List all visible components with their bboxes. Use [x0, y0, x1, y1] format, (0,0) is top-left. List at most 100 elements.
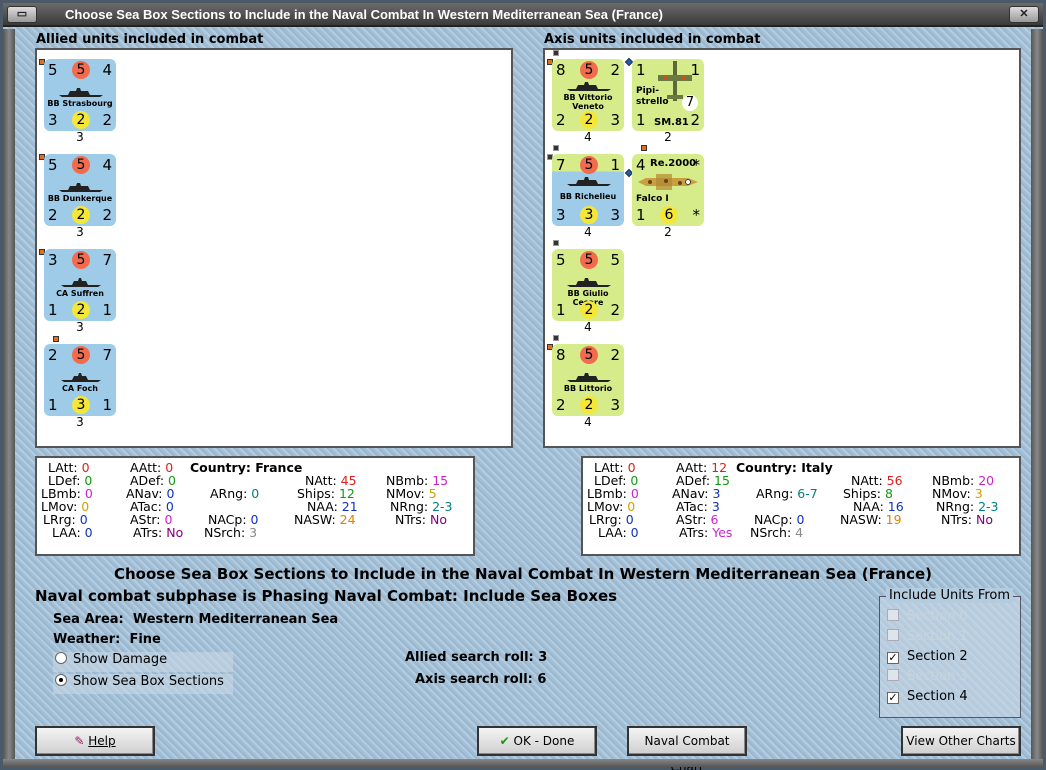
section-3-checkbox[interactable]: Section 3	[887, 669, 968, 687]
view-other-charts-button[interactable]: View Other Charts	[901, 726, 1021, 756]
unit-defense: 5	[72, 346, 90, 364]
air-unit-counter[interactable]: 1 1 Pipi- strello 7 1 SM.81 2	[632, 59, 704, 131]
checkmark-icon: ✓	[887, 691, 899, 704]
unit-name: CA Suffren	[56, 289, 104, 298]
unit-counter[interactable]: 5 5 4 BB Strasbourg 3 2 2	[44, 59, 116, 131]
unit-count: 4	[584, 415, 592, 429]
unit-counter[interactable]: 5 5 4 BB Dunkerque 2 2 2	[44, 154, 116, 226]
show-sections-radio[interactable]: Show Sea Box Sections	[53, 674, 233, 694]
radio-selected-icon	[55, 674, 67, 686]
axis-search-roll: Axis search roll: 6	[415, 672, 547, 687]
unit-counter[interactable]: 2 5 7 CA Foch 1 3 1	[44, 344, 116, 416]
battleship-icon	[567, 373, 611, 382]
unit-move: 2	[580, 301, 598, 319]
dialog-window: ▭ Choose Sea Box Sections to Include in …	[0, 0, 1046, 770]
help-button[interactable]: ✎ Help	[35, 726, 155, 756]
section-2-checkbox[interactable]: ✓ Section 2	[887, 649, 968, 667]
unit-count: 2	[664, 225, 672, 239]
section-1-checkbox[interactable]: Section 1	[887, 629, 968, 647]
allied-panel-label: Allied units included in combat	[36, 32, 264, 47]
allied-stats-panel: LAtt: 0 LDef: 0 LBmb: 0 LMov: 0 LRrg: 0 …	[35, 456, 475, 556]
naval-combat-chart-button[interactable]: Naval Combat Chart	[627, 726, 747, 770]
unit-move: 2	[580, 396, 598, 414]
unit-aa: 1	[610, 156, 620, 174]
aircraft-type: SM.81	[654, 117, 689, 128]
axis-stats-panel: LAtt: 0 LDef: 0 LBmb: 0 LMov: 0 LRrg: 0 …	[581, 456, 1021, 556]
book-icon: ✎	[74, 734, 85, 748]
unit-count: 3	[76, 415, 84, 429]
unit-sub: 2	[556, 396, 566, 414]
battleship-icon	[59, 183, 103, 192]
stat-arng: ARng: 6-7	[756, 486, 818, 501]
stat-laa: LAA: 0	[598, 525, 639, 540]
stat-nsrch: NSrch: 3	[204, 525, 258, 540]
unit-name: BB Vittorio Veneto	[563, 93, 613, 111]
unit-name-line2: Falco I	[636, 194, 669, 204]
unit-attack: 2	[48, 346, 58, 364]
unit-name: BB Strasbourg	[47, 99, 113, 108]
left-frame	[3, 29, 15, 759]
stat-arng: ARng: 0	[210, 486, 260, 501]
unit-attack: 3	[48, 251, 58, 269]
unit-aa: 7	[102, 346, 112, 364]
unit-count: 3	[76, 320, 84, 334]
unit-range: 3	[610, 111, 620, 129]
unit-sub: 1	[48, 301, 58, 319]
window-title: Choose Sea Box Sections to Include in th…	[65, 7, 663, 22]
stat-nasw: NASW: 19	[840, 512, 902, 527]
unit-range: 3	[610, 206, 620, 224]
unit-name-line1: Pipi-	[636, 86, 659, 96]
unit-move: 2	[580, 111, 598, 129]
weather: Weather: Fine	[53, 632, 161, 647]
stat-ntrs: NTrs: No	[941, 512, 993, 527]
unit-range: 2	[102, 111, 112, 129]
stat-laa: LAA: 0	[52, 525, 93, 540]
section-0-checkbox[interactable]: Section 0	[887, 609, 968, 627]
checkbox-icon	[887, 609, 899, 621]
battleship-icon	[567, 278, 611, 287]
checkbox-icon	[887, 669, 899, 681]
axis-panel-label: Axis units included in combat	[544, 32, 761, 47]
unit-count: 4	[584, 320, 592, 334]
unit-counter[interactable]: 7 5 1 BB Richelieu 3 3 3	[552, 154, 624, 226]
unit-marker	[553, 240, 559, 246]
unit-aa: 2	[610, 61, 620, 79]
sea-area: Sea Area: Western Mediterranean Sea	[53, 612, 339, 627]
unit-counter[interactable]: 8 5 2 BB Vittorio Veneto 2 2 3	[552, 59, 624, 131]
unit-count: 4	[584, 130, 592, 144]
include-units-title: Include Units From	[886, 588, 1014, 603]
section-4-checkbox[interactable]: ✓ Section 4	[887, 689, 968, 707]
unit-defense: 5	[580, 251, 598, 269]
checkbox-icon	[887, 629, 899, 641]
unit-aa: 4	[102, 156, 112, 174]
unit-marker	[553, 335, 559, 341]
right-frame	[1031, 29, 1043, 759]
unit-defense: 5	[72, 156, 90, 174]
unit-marker	[53, 336, 59, 342]
unit-counter[interactable]: 5 5 5 BB Giulio Cesare 1 2 2	[552, 249, 624, 321]
unit-attack: 7	[556, 156, 566, 174]
axis-units-panel: 8 5 2 BB Vittorio Veneto 2 2 3 4 1 1 Pip…	[543, 48, 1021, 448]
checkmark-icon: ✓	[887, 651, 899, 664]
window-menu-button[interactable]: ▭	[7, 6, 37, 23]
unit-sub: 1	[48, 396, 58, 414]
air-unit-counter[interactable]: 4 Re.2000 * Falco I 1 6 *	[632, 154, 704, 226]
unit-counter[interactable]: 3 5 7 CA Suffren 1 2 1	[44, 249, 116, 321]
close-button[interactable]: ✕	[1009, 6, 1039, 23]
unit-name: BB Richelieu	[559, 192, 617, 201]
allied-search-roll: Allied search roll: 3	[405, 650, 548, 665]
unit-sub: 3	[556, 206, 566, 224]
unit-move: 2	[72, 111, 90, 129]
unit-aa: 4	[102, 61, 112, 79]
unit-aa: 7	[102, 251, 112, 269]
unit-marker	[641, 145, 647, 151]
unit-marker	[553, 50, 559, 56]
unit-counter[interactable]: 8 5 2 BB Littorio 2 2 3	[552, 344, 624, 416]
unit-aa: 5	[610, 251, 620, 269]
cruiser-icon	[61, 373, 101, 382]
unit-move: 2	[72, 206, 90, 224]
show-damage-radio[interactable]: Show Damage	[53, 652, 233, 672]
ok-done-button[interactable]: ✔ OK - Done	[477, 726, 597, 756]
unit-sub: 1	[636, 206, 646, 224]
unit-defense: 5	[580, 346, 598, 364]
